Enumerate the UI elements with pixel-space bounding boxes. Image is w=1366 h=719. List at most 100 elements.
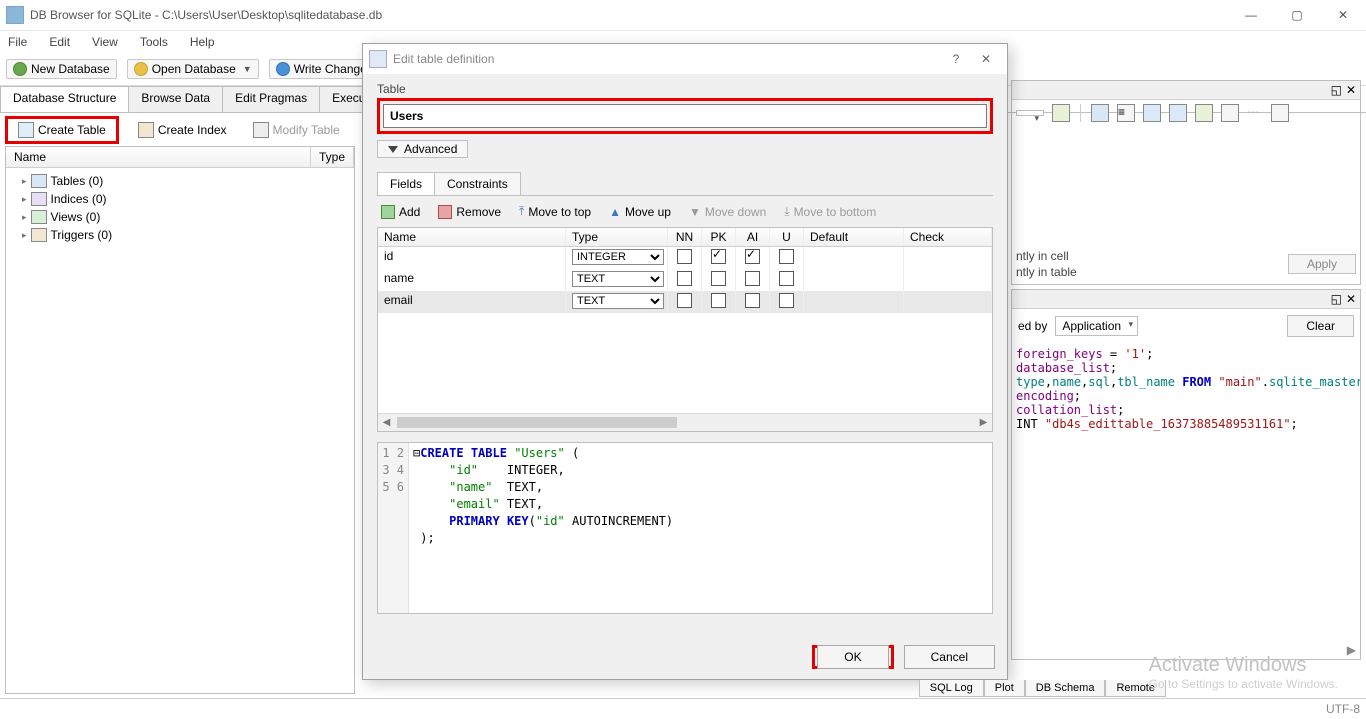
- checkbox[interactable]: [711, 293, 726, 308]
- scroll-right-icon[interactable]: ▶: [1347, 643, 1356, 657]
- field-name-cell[interactable]: name: [378, 269, 566, 291]
- checkbox[interactable]: [677, 271, 692, 286]
- tab-browse-data[interactable]: Browse Data: [128, 86, 223, 112]
- bottomtab-dbschema[interactable]: DB Schema: [1025, 680, 1106, 697]
- move-down-button: ▼Move down: [689, 205, 766, 219]
- subtab-fields[interactable]: Fields: [377, 172, 435, 195]
- create-index-button[interactable]: Create Index: [132, 120, 233, 140]
- col-default[interactable]: Default: [804, 228, 904, 246]
- tree-header: Name Type: [6, 147, 354, 168]
- menu-edit[interactable]: Edit: [45, 34, 74, 50]
- tree-item[interactable]: ▸Indices (0): [10, 190, 350, 208]
- tab-database-structure[interactable]: Database Structure: [0, 86, 129, 112]
- move-top-button[interactable]: ⤒Move to top: [519, 204, 591, 219]
- move-up-button[interactable]: ▲Move up: [609, 205, 671, 219]
- tree-item[interactable]: ▸Triggers (0): [10, 226, 350, 244]
- log-clear-button[interactable]: Clear: [1287, 315, 1354, 337]
- import-icon[interactable]: [1052, 104, 1070, 122]
- new-database-button[interactable]: New Database: [6, 59, 117, 79]
- subtab-constraints[interactable]: Constraints: [434, 172, 521, 195]
- add-field-button[interactable]: Add: [381, 205, 420, 219]
- sql-code[interactable]: ⊟CREATE TABLE "Users" ( "id" INTEGER, "n…: [409, 443, 677, 613]
- tree-header-type[interactable]: Type: [311, 147, 354, 167]
- col-type[interactable]: Type: [566, 228, 668, 246]
- menu-file[interactable]: File: [4, 34, 31, 50]
- tree-header-name[interactable]: Name: [6, 147, 311, 167]
- col-nn[interactable]: NN: [668, 228, 702, 246]
- clear-icon[interactable]: [1221, 104, 1239, 122]
- field-type-select[interactable]: INTEGER: [572, 249, 664, 265]
- tab-edit-pragmas[interactable]: Edit Pragmas: [222, 86, 320, 112]
- fields-hscroll[interactable]: ◀▶: [378, 413, 992, 431]
- checkbox[interactable]: [677, 249, 692, 264]
- ok-button[interactable]: OK: [817, 645, 888, 669]
- checkbox[interactable]: [745, 271, 760, 286]
- panel-undock-icon[interactable]: ◱: [1331, 292, 1342, 306]
- copy-icon[interactable]: [1143, 104, 1161, 122]
- lines-icon[interactable]: ≡: [1117, 104, 1135, 122]
- arrow-bottom-icon: ⤓: [784, 204, 789, 219]
- checkbox[interactable]: [711, 249, 726, 264]
- panel-close-icon[interactable]: ✕: [1346, 83, 1356, 97]
- open-database-button[interactable]: Open Database ▼: [127, 59, 259, 79]
- view-icon: [31, 210, 47, 224]
- advanced-toggle[interactable]: Advanced: [377, 140, 468, 158]
- apply-button[interactable]: Apply: [1288, 254, 1356, 274]
- checkbox[interactable]: [677, 293, 692, 308]
- mode-label-table: ntly in table: [1016, 264, 1276, 280]
- app-icon: [6, 6, 24, 24]
- checkbox[interactable]: [745, 249, 760, 264]
- minimize-button[interactable]: —: [1228, 0, 1274, 30]
- sql-log-output[interactable]: foreign_keys = '1'; database_list; type,…: [1012, 343, 1360, 641]
- new-icon: [13, 62, 27, 76]
- checkbox[interactable]: [779, 293, 794, 308]
- remove-field-button[interactable]: Remove: [438, 205, 501, 219]
- bottomtab-plot[interactable]: Plot: [984, 680, 1025, 697]
- field-name-cell[interactable]: email: [378, 291, 566, 313]
- tree-item[interactable]: ▸Tables (0): [10, 172, 350, 190]
- menu-view[interactable]: View: [88, 34, 122, 50]
- mode-combo[interactable]: [1016, 110, 1044, 116]
- dialog-help-button[interactable]: ?: [941, 52, 971, 66]
- menu-tools[interactable]: Tools: [136, 34, 172, 50]
- checkbox[interactable]: [745, 293, 760, 308]
- field-name-cell[interactable]: id: [378, 247, 566, 269]
- log-filter-combo[interactable]: Application: [1055, 316, 1138, 336]
- ellipsis-icon[interactable]: ⋯: [1247, 105, 1263, 121]
- col-u[interactable]: U: [770, 228, 804, 246]
- cancel-button[interactable]: Cancel: [904, 645, 995, 669]
- paste-icon[interactable]: [1169, 104, 1187, 122]
- col-name[interactable]: Name: [378, 228, 566, 246]
- page-icon[interactable]: [1091, 104, 1109, 122]
- field-row[interactable]: name TEXT: [378, 269, 992, 291]
- field-type-select[interactable]: TEXT: [572, 271, 664, 287]
- col-check[interactable]: Check: [904, 228, 992, 246]
- print-icon[interactable]: [1271, 104, 1289, 122]
- col-ai[interactable]: AI: [736, 228, 770, 246]
- table-name-input[interactable]: [383, 104, 987, 128]
- bottomtab-sqllog[interactable]: SQL Log: [919, 680, 984, 697]
- checkbox[interactable]: [779, 249, 794, 264]
- close-button[interactable]: ✕: [1320, 0, 1366, 30]
- checkbox[interactable]: [779, 271, 794, 286]
- create-table-button[interactable]: Create Table: [12, 120, 112, 140]
- dialog-close-button[interactable]: ✕: [971, 52, 1001, 66]
- mode-label-cell: ntly in cell: [1016, 248, 1276, 264]
- menu-help[interactable]: Help: [186, 34, 219, 50]
- dialog-titlebar: Edit table definition ? ✕: [363, 44, 1007, 74]
- tree-item[interactable]: ▸Views (0): [10, 208, 350, 226]
- field-row[interactable]: id INTEGER: [378, 247, 992, 269]
- highlight-create-table: Create Table: [5, 116, 119, 144]
- save-icon[interactable]: [1195, 104, 1213, 122]
- col-pk[interactable]: PK: [702, 228, 736, 246]
- panel-undock-icon[interactable]: ◱: [1331, 83, 1342, 97]
- dialog-buttons: OK Cancel: [812, 645, 995, 669]
- create-table-icon: [18, 122, 34, 138]
- table-name-label: Table: [377, 82, 993, 96]
- field-type-select[interactable]: TEXT: [572, 293, 664, 309]
- move-bottom-button: ⤓Move to bottom: [784, 204, 876, 219]
- maximize-button[interactable]: ▢: [1274, 0, 1320, 30]
- checkbox[interactable]: [711, 271, 726, 286]
- field-row[interactable]: email TEXT: [378, 291, 992, 313]
- panel-close-icon[interactable]: ✕: [1346, 292, 1356, 306]
